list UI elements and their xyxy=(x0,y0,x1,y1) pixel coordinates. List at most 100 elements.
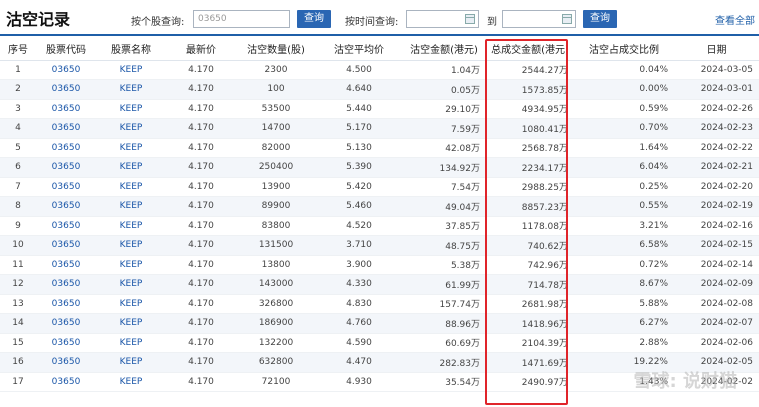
short-amount: 49.04万 xyxy=(402,196,486,217)
stock-code-input[interactable]: 03650 xyxy=(193,10,290,28)
table-row: 12 03650 KEEP 4.170 143000 4.330 61.99万 714.78万… xyxy=(0,274,759,295)
stock-name-link[interactable]: KEEP xyxy=(96,157,166,178)
short-quantity: 186900 xyxy=(236,313,316,334)
stock-code-link[interactable]: 03650 xyxy=(36,216,96,236)
view-all-link[interactable]: 查看全部 xyxy=(715,12,755,27)
calendar-icon[interactable] xyxy=(465,14,475,24)
short-ratio: 6.27% xyxy=(574,313,674,334)
stock-name-link[interactable]: KEEP xyxy=(96,60,166,80)
col-header-index[interactable]: 序号 xyxy=(0,38,36,61)
stock-name-link[interactable]: KEEP xyxy=(96,294,166,314)
row-index: 3 xyxy=(0,99,36,119)
short-quantity: 632800 xyxy=(236,352,316,373)
date: 2024-02-08 xyxy=(674,294,759,314)
stock-code-link[interactable]: 03650 xyxy=(36,333,96,353)
short-quantity: 132200 xyxy=(236,333,316,353)
short-avg-price: 3.900 xyxy=(316,255,402,275)
row-index: 17 xyxy=(0,372,36,392)
latest-price: 4.170 xyxy=(166,333,236,353)
stock-name-link[interactable]: KEEP xyxy=(96,333,166,353)
stock-code-link[interactable]: 03650 xyxy=(36,138,96,158)
stock-name-link[interactable]: KEEP xyxy=(96,352,166,373)
stock-code-link[interactable]: 03650 xyxy=(36,99,96,119)
stock-code-link[interactable]: 03650 xyxy=(36,118,96,139)
short-quantity: 89900 xyxy=(236,196,316,217)
col-header-short-amount[interactable]: 沽空金额(港元) xyxy=(402,38,486,61)
short-avg-price: 4.520 xyxy=(316,216,402,236)
total-amount: 2988.25万 xyxy=(486,177,574,197)
latest-price: 4.170 xyxy=(166,235,236,256)
short-ratio: 2.88% xyxy=(574,333,674,353)
row-index: 13 xyxy=(0,294,36,314)
stock-name-link[interactable]: KEEP xyxy=(96,274,166,295)
col-header-total-amount[interactable]: 总成交金额(港元) xyxy=(486,38,574,61)
total-amount: 2104.39万 xyxy=(486,333,574,353)
watermark: 雪球: 说财猫 xyxy=(633,371,737,392)
short-quantity: 100 xyxy=(236,79,316,100)
col-header-short-qty[interactable]: 沽空数量(股) xyxy=(236,38,316,61)
stock-name-link[interactable]: KEEP xyxy=(96,313,166,334)
short-quantity: 14700 xyxy=(236,118,316,139)
stock-code-link[interactable]: 03650 xyxy=(36,177,96,197)
col-header-name[interactable]: 股票名称 xyxy=(96,38,166,61)
stock-code-link[interactable]: 03650 xyxy=(36,274,96,295)
time-query-button[interactable]: 查询 xyxy=(583,10,617,28)
time-query-label: 按时间查询: xyxy=(345,17,399,28)
stock-code-link[interactable]: 03650 xyxy=(36,196,96,217)
stock-query-button[interactable]: 查询 xyxy=(297,10,331,28)
stock-name-link[interactable]: KEEP xyxy=(96,177,166,197)
stock-code-link[interactable]: 03650 xyxy=(36,352,96,373)
total-amount: 1418.96万 xyxy=(486,313,574,334)
latest-price: 4.170 xyxy=(166,372,236,392)
date: 2024-02-26 xyxy=(674,99,759,119)
stock-code-link[interactable]: 03650 xyxy=(36,60,96,80)
stock-name-link[interactable]: KEEP xyxy=(96,138,166,158)
short-quantity: 131500 xyxy=(236,235,316,256)
col-header-short-ratio[interactable]: 沽空占成交比例 xyxy=(574,38,674,61)
short-avg-price: 5.130 xyxy=(316,138,402,158)
stock-code-link[interactable]: 03650 xyxy=(36,372,96,392)
col-header-price[interactable]: 最新价 xyxy=(166,38,236,61)
table-row: 4 03650 KEEP 4.170 14700 5.170 7.59万 1080.41万 0.… xyxy=(0,118,759,139)
stock-name-link[interactable]: KEEP xyxy=(96,196,166,217)
row-index: 9 xyxy=(0,216,36,236)
short-amount: 134.92万 xyxy=(402,157,486,178)
latest-price: 4.170 xyxy=(166,196,236,217)
to-label: 到 xyxy=(487,17,497,28)
stock-name-link[interactable]: KEEP xyxy=(96,118,166,139)
col-header-date[interactable]: 日期 xyxy=(674,38,759,61)
table-row: 13 03650 KEEP 4.170 326800 4.830 157.74万 2681.9… xyxy=(0,294,759,314)
stock-code-link[interactable]: 03650 xyxy=(36,255,96,275)
start-date-input[interactable] xyxy=(406,10,479,28)
col-header-short-avg[interactable]: 沽空平均价 xyxy=(316,38,402,61)
short-amount: 157.74万 xyxy=(402,294,486,314)
stock-name-link[interactable]: KEEP xyxy=(96,235,166,256)
stock-name-link[interactable]: KEEP xyxy=(96,99,166,119)
stock-code-link[interactable]: 03650 xyxy=(36,313,96,334)
stock-name-link[interactable]: KEEP xyxy=(96,255,166,275)
stock-name-link[interactable]: KEEP xyxy=(96,79,166,100)
short-ratio: 8.67% xyxy=(574,274,674,295)
stock-code-link[interactable]: 03650 xyxy=(36,235,96,256)
stock-name-link[interactable]: KEEP xyxy=(96,372,166,392)
date: 2024-02-21 xyxy=(674,157,759,178)
stock-query-label: 按个股查询: xyxy=(131,17,185,28)
table-header-row: 序号 股票代码 股票名称 最新价 沽空数量(股) 沽空平均价 沽空金额(港元) … xyxy=(0,38,759,61)
short-amount: 0.05万 xyxy=(402,79,486,100)
date: 2024-02-06 xyxy=(674,333,759,353)
short-ratio: 0.59% xyxy=(574,99,674,119)
stock-name-link[interactable]: KEEP xyxy=(96,216,166,236)
short-amount: 88.96万 xyxy=(402,313,486,334)
date: 2024-03-01 xyxy=(674,79,759,100)
short-ratio: 5.88% xyxy=(574,294,674,314)
short-avg-price: 3.710 xyxy=(316,235,402,256)
stock-code-link[interactable]: 03650 xyxy=(36,294,96,314)
short-amount: 37.85万 xyxy=(402,216,486,236)
stock-code-link[interactable]: 03650 xyxy=(36,79,96,100)
col-header-code[interactable]: 股票代码 xyxy=(36,38,96,61)
short-avg-price: 5.460 xyxy=(316,196,402,217)
stock-code-link[interactable]: 03650 xyxy=(36,157,96,178)
calendar-icon[interactable] xyxy=(562,14,572,24)
end-date-input[interactable] xyxy=(502,10,576,28)
short-avg-price: 4.760 xyxy=(316,313,402,334)
